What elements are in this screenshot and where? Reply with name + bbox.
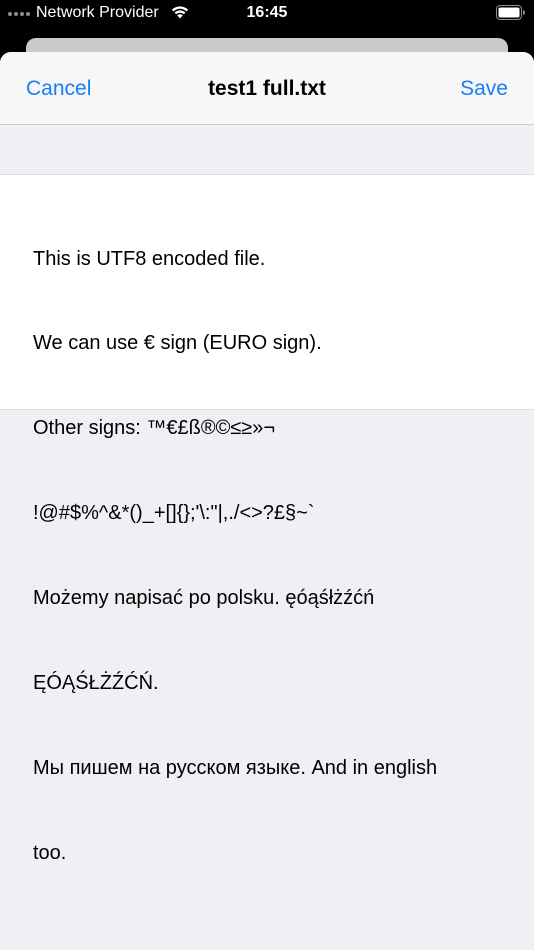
text-line: Мы пишем на русском языке. And in englis… — [33, 756, 438, 779]
text-editor-content[interactable]: This is UTF8 encoded file. We can use € … — [33, 188, 503, 924]
text-line: Możemy napisać po polsku. ęóąśłżźćń — [33, 587, 375, 610]
text-line: Other signs: ™€£ß®©≤≥»¬ — [33, 417, 276, 440]
screen: Network Provider 16:45 Cancel test1 full… — [0, 0, 534, 950]
text-line: !@#$%^&*()_+[]{};'\:"|,./<>?£§~` — [33, 502, 315, 525]
battery-icon — [496, 5, 525, 20]
navigation-bar: Cancel test1 full.txt Save — [0, 52, 534, 125]
clock: 16:45 — [246, 4, 288, 21]
text-editor[interactable]: This is UTF8 encoded file. We can use € … — [0, 174, 534, 864]
text-line: ĘÓĄŚŁŻŹĆŃ. — [33, 672, 159, 695]
status-bar: Network Provider 16:45 — [0, 0, 534, 28]
text-line: We can use € sign (EURO sign). — [33, 332, 322, 355]
page-title: test1 full.txt — [208, 77, 326, 100]
editor-sheet: Cancel test1 full.txt Save This is UTF8 … — [0, 52, 534, 950]
text-line: This is UTF8 encoded file. — [33, 247, 266, 270]
save-button[interactable]: Save — [460, 76, 508, 102]
text-line: too. — [33, 841, 67, 864]
